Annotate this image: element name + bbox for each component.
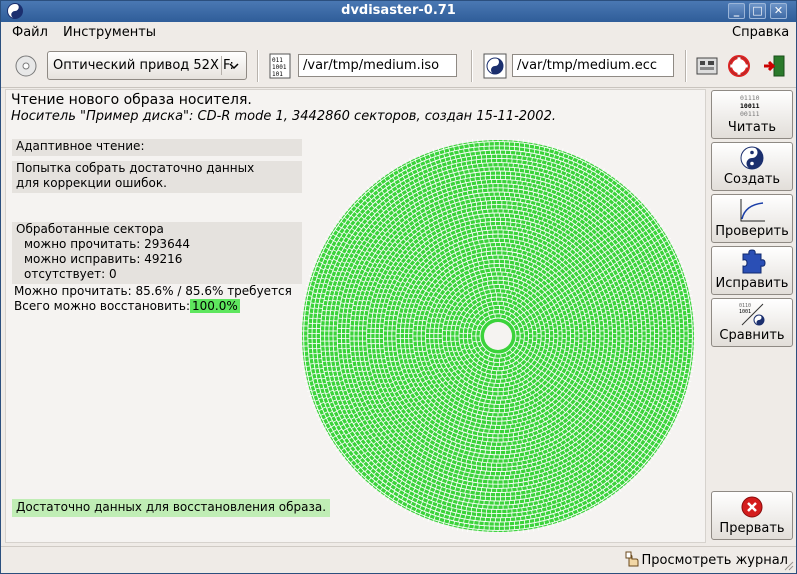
close-icon: ✕ (773, 4, 784, 17)
window-title: dvdisaster-0.71 (341, 3, 456, 18)
puzzle-piece-icon (742, 249, 766, 274)
maximize-button[interactable]: □ (749, 3, 766, 19)
stop-cross-icon (741, 496, 763, 518)
view-log-button[interactable]: Просмотреть журнал (625, 551, 788, 568)
attempt-message: Попытка собрать достаточно данных для ко… (12, 161, 302, 193)
svg-text:10011: 10011 (740, 102, 760, 110)
recoverable-total: Всего можно восстановить: 100.0% (14, 299, 240, 314)
compare-button-label: Сравнить (719, 328, 785, 343)
page-title: Чтение нового образа носителя. (11, 92, 252, 108)
read-progress-panel: Чтение нового образа носителя. Носитель … (5, 89, 706, 543)
menu-help[interactable]: Справка (732, 25, 789, 40)
toolbar: Оптический привод 52X F: 011 1001 101 /v… (1, 44, 796, 88)
maximize-icon: □ (752, 4, 763, 17)
svg-text:01110: 01110 (740, 94, 760, 102)
close-window-button[interactable]: ✕ (770, 3, 787, 19)
fix-button[interactable]: Исправить (711, 246, 793, 295)
status-message: Достаточно данных для восстановления обр… (12, 499, 331, 517)
disc-hole (484, 322, 512, 350)
svg-text:1001: 1001 (272, 64, 287, 71)
curve-graph-icon (740, 199, 765, 222)
recoverable-value: 100.0% (190, 299, 240, 313)
hand-pointer-icon (625, 551, 639, 567)
yin-yang-icon (740, 146, 764, 170)
processed-sectors-heading: Обработанные сектора (16, 222, 164, 236)
combo-separator (221, 56, 222, 75)
image-path-input[interactable]: /var/tmp/medium.iso (298, 54, 457, 77)
adaptive-read-label: Адаптивное чтение: (12, 139, 302, 156)
compare-button[interactable]: 0110 1001 Сравнить (711, 298, 793, 347)
drive-selector[interactable]: Оптический привод 52X F: (47, 51, 247, 80)
status-bar: Просмотреть журнал (1, 546, 796, 573)
view-log-label: Просмотреть журнал (641, 553, 788, 568)
readable-percent: Можно прочитать: 85.6% / 85.6% требуется (14, 284, 292, 298)
toolbar-separator (257, 50, 259, 82)
menu-bar: Файл Инструменты Справка (1, 22, 796, 44)
resize-grip-icon[interactable] (782, 559, 794, 571)
preferences-icon[interactable] (696, 55, 718, 77)
chevron-down-icon (229, 63, 239, 70)
svg-text:011: 011 (272, 57, 283, 64)
fix-button-label: Исправить (715, 276, 789, 291)
toolbar-separator (471, 50, 473, 82)
exit-icon[interactable] (762, 55, 786, 77)
toolbar-separator (685, 50, 687, 82)
attempt-line-2: для коррекции ошибок. (16, 176, 167, 190)
app-window: dvdisaster-0.71 _ □ ✕ Файл Инструменты С… (0, 0, 797, 574)
ecc-file-icon[interactable] (483, 53, 507, 79)
stop-button[interactable]: Прервать (711, 491, 793, 540)
read-button-label: Читать (727, 120, 777, 135)
attempt-line-1: Попытка собрать достаточно данных (16, 161, 255, 175)
read-button[interactable]: 01110 10011 00111 Читать (711, 90, 793, 139)
create-button[interactable]: Создать (711, 142, 793, 191)
minimize-icon: _ (733, 4, 740, 17)
medium-info: Носитель "Пример диска": CD-R mode 1, 34… (11, 109, 556, 124)
correctable-count: можно исправить: 49216 (24, 252, 183, 266)
verify-button-label: Проверить (715, 224, 789, 239)
title-bar[interactable]: dvdisaster-0.71 _ □ ✕ (1, 1, 796, 22)
svg-text:1001: 1001 (739, 309, 751, 315)
cd-drive-icon (15, 55, 37, 77)
stop-button-label: Прервать (719, 521, 785, 536)
svg-text:101: 101 (272, 71, 283, 78)
disc-sector-map (301, 139, 695, 533)
binary-read-icon: 01110 10011 00111 (740, 94, 760, 118)
readable-count: можно прочитать: 293644 (24, 237, 190, 251)
recoverable-label: Всего можно восстановить: (14, 299, 190, 313)
verify-button[interactable]: Проверить (711, 194, 793, 243)
adaptive-read-text: Адаптивное чтение: (16, 139, 145, 153)
svg-text:00111: 00111 (740, 110, 760, 118)
minimize-button[interactable]: _ (728, 3, 745, 19)
missing-count: отсутствует: 0 (24, 267, 117, 281)
ecc-path-input[interactable]: /var/tmp/medium.ecc (512, 54, 674, 77)
processed-sectors-box: Обработанные сектора можно прочитать: 29… (12, 222, 302, 284)
lifebuoy-help-icon[interactable] (728, 55, 750, 77)
drive-selector-value: Оптический привод 52X F: (53, 58, 234, 73)
create-button-label: Создать (723, 172, 781, 187)
menu-file[interactable]: Файл (12, 25, 48, 40)
menu-tools[interactable]: Инструменты (63, 25, 156, 40)
image-file-icon[interactable]: 011 1001 101 (269, 53, 291, 79)
compare-icon: 0110 1001 (739, 303, 765, 326)
